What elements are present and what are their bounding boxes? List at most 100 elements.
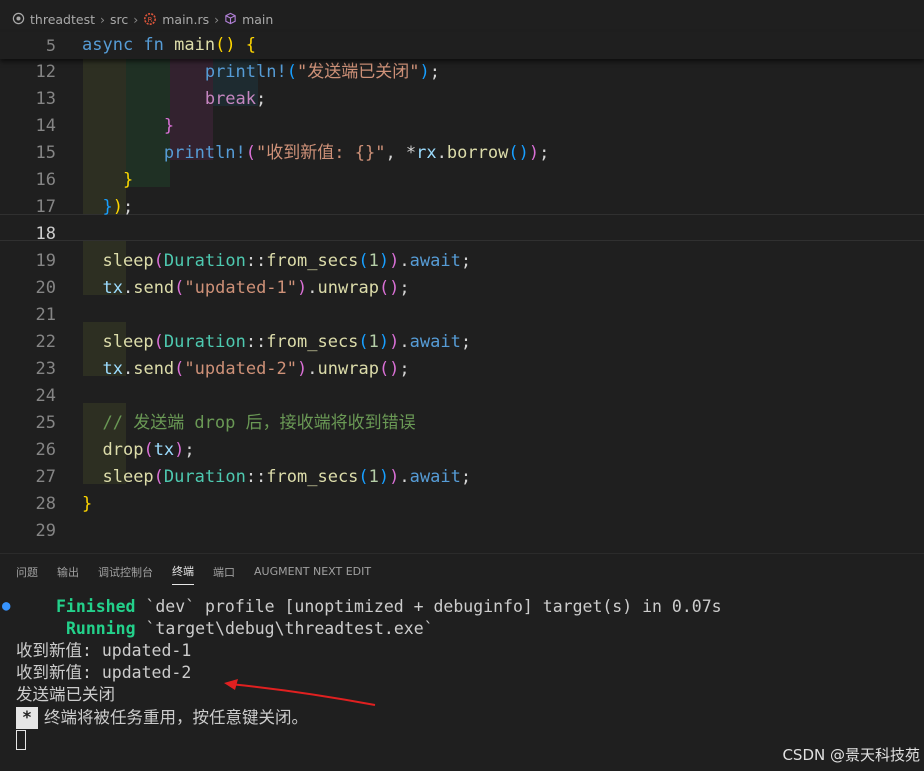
breadcrumb-folder[interactable]: src [110, 12, 128, 27]
code-token: from_secs [266, 467, 359, 487]
code-line[interactable]: 25 // 发送端 drop 后，接收端将收到错误 [0, 410, 924, 437]
code-line[interactable]: 24 [0, 383, 924, 410]
code-line[interactable]: 21 [0, 302, 924, 329]
code-token: ) [112, 197, 123, 217]
code-token: . [436, 143, 447, 163]
code-token: :: [245, 251, 267, 271]
reuse-marker: * [16, 707, 38, 729]
code-token: fn [143, 35, 175, 55]
code-token: } [122, 170, 134, 190]
code-line[interactable]: 19 sleep(Duration::from_secs(1)).await; [0, 248, 924, 275]
code-line[interactable]: 12 println!("发送端已关闭"); [0, 59, 924, 86]
code-text: sleep(Duration::from_secs(1)).await; [82, 329, 471, 356]
code-line[interactable]: 15 println!("收到新值: {}", *rx.borrow()); [0, 140, 924, 167]
code-line[interactable]: 28} [0, 491, 924, 518]
code-line[interactable]: 18 [0, 221, 924, 248]
code-token: () { [215, 35, 257, 55]
breadcrumb-symbol[interactable]: main [242, 12, 273, 27]
code-token: ( [174, 278, 185, 298]
code-token: ) [378, 332, 390, 352]
panel-tab[interactable]: 终端 [172, 558, 194, 585]
code-token: drop [102, 440, 144, 460]
terminal-reuse-line: * 终端将被任务重用，按任意键关闭。 [16, 707, 308, 729]
code-token: ) [378, 251, 390, 271]
code-line[interactable]: 22 sleep(Duration::from_secs(1)).await; [0, 329, 924, 356]
code-token: async [82, 35, 144, 55]
panel-tab[interactable]: 端口 [213, 559, 235, 585]
code-text: // 发送端 drop 后，接收端将收到错误 [82, 410, 415, 437]
line-number: 16 [35, 170, 56, 190]
code-token: } [102, 197, 113, 217]
code-token: rx [416, 143, 437, 163]
code-line[interactable]: 16 } [0, 167, 924, 194]
code-token: () [508, 143, 529, 163]
code-token: ) [174, 440, 185, 460]
code-token: sleep [102, 251, 154, 271]
code-token: borrow [446, 143, 509, 163]
code-token: . [399, 251, 410, 271]
code-token: main [174, 35, 216, 55]
code-line[interactable]: 14 } [0, 113, 924, 140]
panel-tab[interactable]: 问题 [16, 559, 38, 585]
code-line[interactable]: 29 [0, 518, 924, 545]
line-number: 27 [35, 467, 56, 487]
code-token: ( [286, 62, 297, 82]
line-number: 18 [35, 224, 56, 244]
line-number: 12 [35, 62, 56, 82]
status-dot-icon: ● [2, 598, 11, 614]
code-token: "收到新值: {}" [256, 143, 386, 163]
code-token: Duration [163, 251, 246, 271]
line-number: 15 [35, 143, 56, 163]
code-token: ) [528, 143, 540, 163]
chevron-right-icon: › [99, 12, 105, 27]
svg-text:R: R [148, 16, 153, 24]
breadcrumb-project[interactable]: threadtest [30, 12, 95, 27]
breadcrumb-file[interactable]: main.rs [162, 12, 209, 27]
code-line[interactable]: 13 break; [0, 86, 924, 113]
line-number: 14 [35, 116, 56, 136]
code-token: ) [389, 467, 400, 487]
code-token: ) [378, 467, 390, 487]
line-number: 17 [35, 197, 56, 217]
line-number: 26 [35, 440, 56, 460]
terminal-output-line: 收到新值: updated-1 [16, 641, 192, 660]
code-token: ( [358, 251, 369, 271]
panel-tab[interactable]: 调试控制台 [98, 559, 153, 585]
code-token: } [163, 116, 175, 136]
sticky-scroll-header[interactable]: 5 async fn main() { [0, 32, 924, 59]
code-line[interactable]: 27 sleep(Duration::from_secs(1)).await; [0, 464, 924, 491]
panel-tab[interactable]: AUGMENT NEXT EDIT [254, 560, 371, 583]
code-token: :: [245, 332, 267, 352]
code-line[interactable]: 23 tx.send("updated-2").unwrap(); [0, 356, 924, 383]
code-token: send [133, 359, 175, 379]
line-number: 22 [35, 332, 56, 352]
code-token: println! [163, 143, 246, 163]
code-token: () [378, 278, 400, 298]
code-text: println!("发送端已关闭"); [82, 59, 440, 86]
code-token: ; [399, 278, 410, 298]
code-line[interactable]: 26 drop(tx); [0, 437, 924, 464]
line-number: 21 [35, 305, 56, 325]
code-token: ) [389, 251, 400, 271]
code-token: ; [256, 89, 267, 109]
code-token: Duration [163, 467, 246, 487]
code-editor[interactable]: 12 println!("发送端已关闭"); 13 break; 14 } 15 pr… [0, 32, 924, 552]
code-token: 1 [368, 467, 379, 487]
terminal-line-running: Running `target\debug\threadtest.exe` [66, 619, 434, 638]
code-token: ) [297, 359, 308, 379]
code-token: 1 [368, 251, 379, 271]
code-line[interactable]: 20 tx.send("updated-1").unwrap(); [0, 275, 924, 302]
code-text: } [82, 491, 92, 518]
code-token: ; [460, 251, 472, 271]
code-token: send [133, 278, 175, 298]
line-number: 23 [35, 359, 56, 379]
panel-tab[interactable]: 输出 [57, 559, 79, 585]
code-token: from_secs [266, 332, 359, 352]
code-line[interactable]: 17 }); [0, 194, 924, 221]
